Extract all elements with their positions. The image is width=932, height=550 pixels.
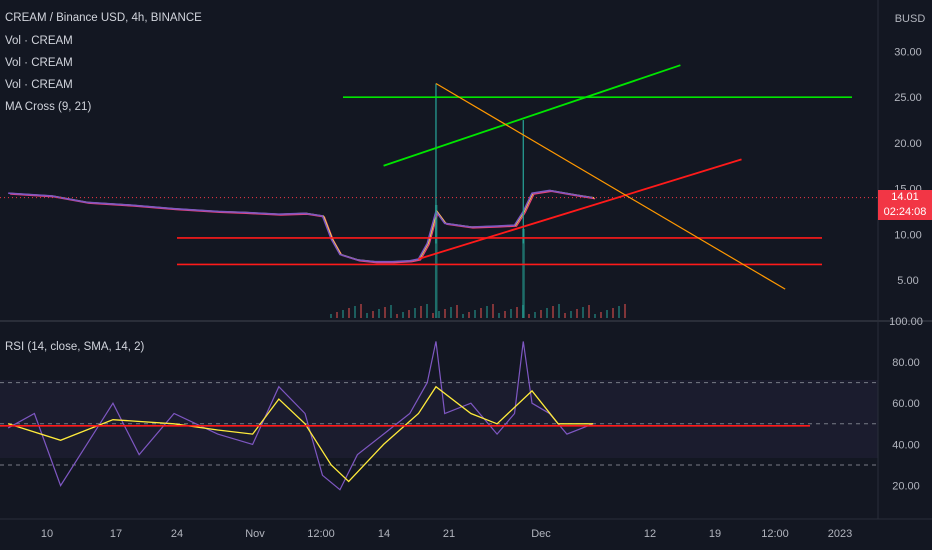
volume-bar: [480, 308, 482, 318]
volume-bar: [330, 314, 332, 318]
symbol-title[interactable]: CREAM / Binance USD, 4h, BINANCE: [5, 12, 202, 24]
volume-bar: [462, 314, 464, 318]
ma-slow-line: [10, 190, 596, 264]
volume-bar: [426, 304, 428, 318]
rsi-label[interactable]: RSI (14, close, SMA, 14, 2): [5, 341, 144, 353]
volume-bar: [618, 306, 620, 318]
currency-label: BUSD: [895, 13, 926, 25]
red-trend-line: [418, 158, 742, 260]
price-tick-label: 25.00: [894, 92, 922, 104]
volume-bar: [606, 310, 608, 318]
volume-label-2[interactable]: Vol · CREAM: [5, 57, 73, 69]
volume-bar: [432, 313, 434, 318]
volume-bar: [516, 307, 518, 318]
volume-bar: [390, 305, 392, 318]
volume-bar: [594, 314, 596, 318]
chart-canvas[interactable]: BUSD5.0010.0015.0020.0025.0030.0020.0040…: [0, 0, 932, 550]
price-tick-label: 5.00: [897, 275, 918, 287]
volume-bar: [546, 308, 548, 318]
volume-bar: [444, 309, 446, 318]
time-tick-label: 24: [171, 528, 183, 540]
green-trend-line: [383, 64, 681, 167]
volume-bar: [558, 304, 560, 318]
volume-bar: [492, 304, 494, 318]
volume-bar: [348, 308, 350, 318]
rsi-tick-label: 80.00: [892, 357, 920, 369]
rsi-tick-label: 60.00: [892, 398, 920, 410]
volume-label-1[interactable]: Vol · CREAM: [5, 35, 73, 47]
volume-bar: [504, 311, 506, 318]
volume-bar: [624, 304, 626, 318]
time-tick-label: Dec: [531, 528, 551, 540]
time-tick-label: 12: [644, 528, 656, 540]
volume-bar: [588, 305, 590, 318]
time-tick-label: 10: [41, 528, 53, 540]
time-tick-label: 2023: [828, 528, 852, 540]
volume-bar: [474, 310, 476, 318]
volume-bar: [552, 306, 554, 318]
volume-bar: [372, 311, 374, 318]
volume-bar: [498, 313, 500, 318]
volume-bar: [396, 314, 398, 318]
volume-bar: [450, 307, 452, 318]
time-tick-label: 12:00: [307, 528, 335, 540]
volume-label-3[interactable]: Vol · CREAM: [5, 79, 73, 91]
time-tick-label: 19: [709, 528, 721, 540]
price-tick-label: 20.00: [894, 138, 922, 150]
time-tick-label: 21: [443, 528, 455, 540]
chart-window: BUSD5.0010.0015.0020.0025.0030.0020.0040…: [0, 0, 932, 550]
rsi-tick-label: 20.00: [892, 481, 920, 493]
volume-bar: [438, 311, 440, 318]
volume-bar: [582, 307, 584, 318]
time-tick-label: 14: [378, 528, 390, 540]
volume-bar: [486, 306, 488, 318]
time-tick-label: 12:00: [761, 528, 789, 540]
volume-bar: [378, 309, 380, 318]
volume-bar: [354, 306, 356, 318]
rsi-tick-label: 100.00: [889, 316, 923, 328]
volume-bar: [360, 304, 362, 318]
time-tick-label: 17: [110, 528, 122, 540]
volume-bar: [510, 309, 512, 318]
volume-bar: [402, 312, 404, 318]
volume-bar: [414, 308, 416, 318]
volume-bar: [420, 306, 422, 318]
volume-bar: [576, 309, 578, 318]
last-price-tag: 14.01: [878, 190, 932, 205]
volume-bar: [384, 307, 386, 318]
volume-bar: [408, 310, 410, 318]
rsi-tick-label: 40.00: [892, 439, 920, 451]
time-tick-label: Nov: [245, 528, 265, 540]
volume-bar: [540, 310, 542, 318]
price-line: [8, 189, 594, 263]
price-tick-label: 10.00: [894, 229, 922, 241]
volume-bar: [342, 310, 344, 318]
volume-bar: [366, 313, 368, 318]
volume-bar: [600, 312, 602, 318]
volume-bar: [570, 311, 572, 318]
bar-countdown: 02:24:08: [878, 205, 932, 220]
volume-bar: [456, 305, 458, 318]
price-tick-label: 30.00: [894, 47, 922, 59]
orange-trend-line: [435, 82, 786, 290]
rsi-band-fill: [0, 380, 878, 458]
volume-bar: [534, 312, 536, 318]
volume-bar: [336, 312, 338, 318]
volume-bar: [522, 305, 524, 318]
volume-bar: [528, 314, 530, 318]
volume-bar: [612, 308, 614, 318]
volume-bar: [564, 313, 566, 318]
volume-bar: [468, 312, 470, 318]
ma-cross-label[interactable]: MA Cross (9, 21): [5, 101, 91, 113]
